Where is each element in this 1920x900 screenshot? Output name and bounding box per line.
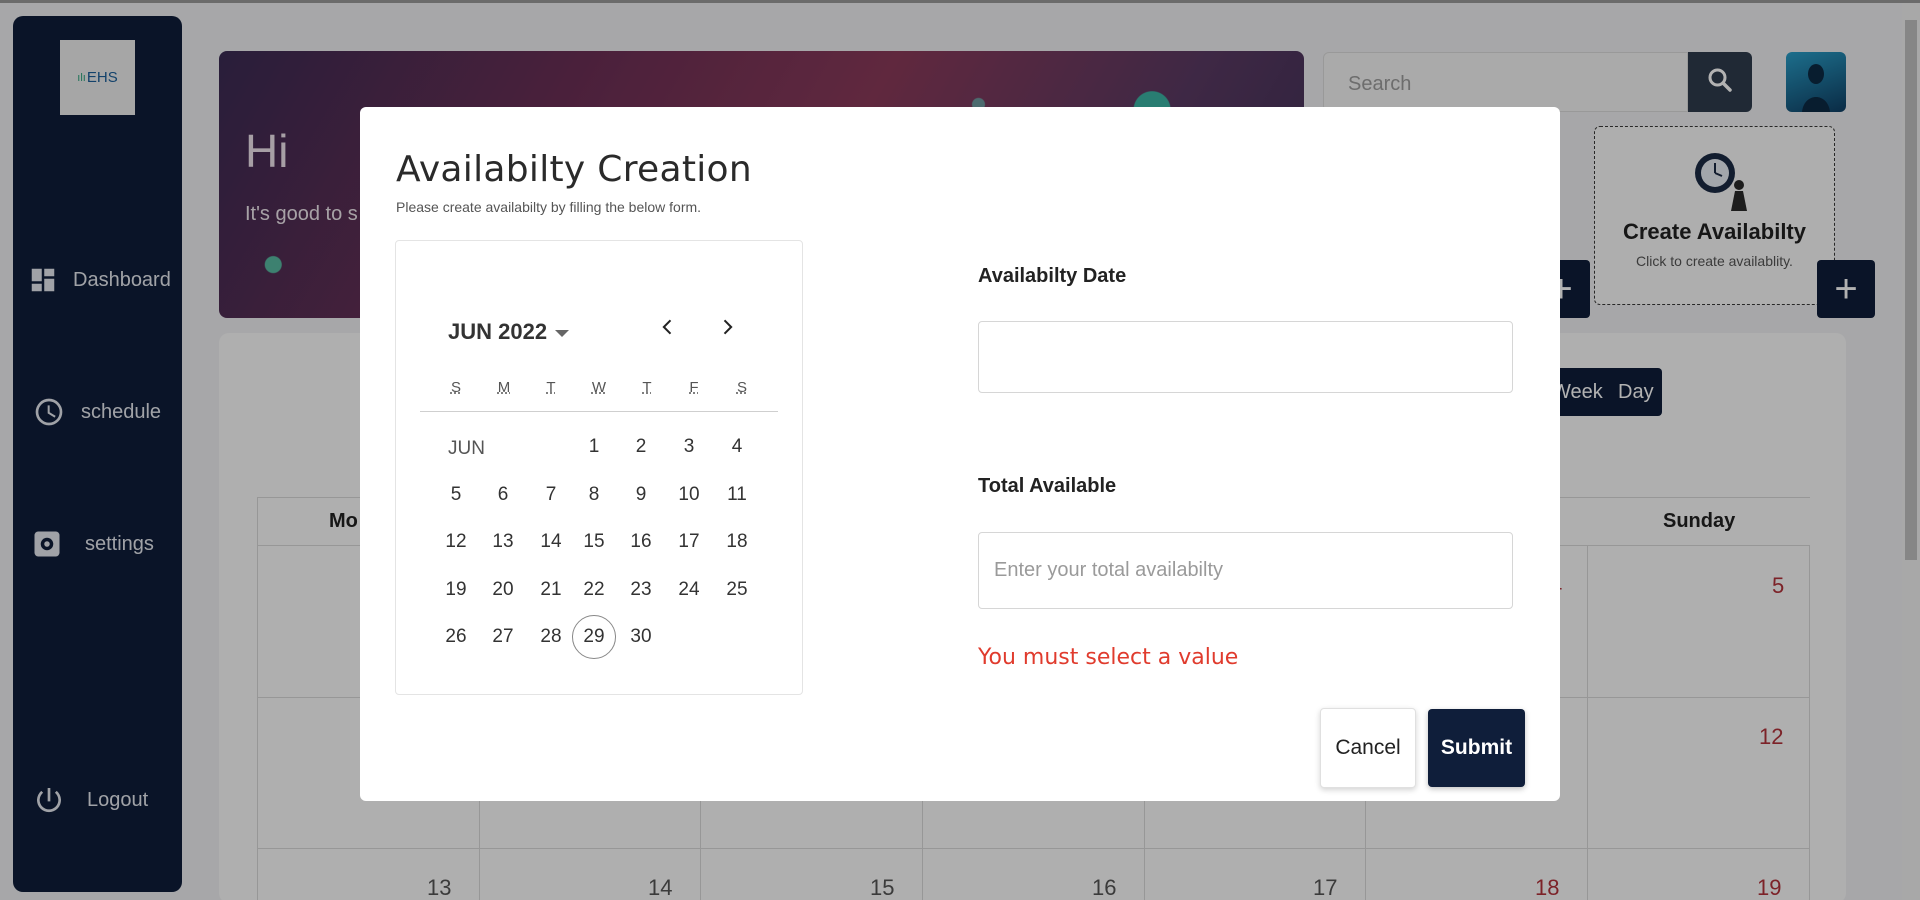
weekday-header: T: [546, 379, 556, 396]
calendar-day[interactable]: 12: [434, 520, 478, 564]
submit-button[interactable]: Submit: [1428, 709, 1525, 787]
chevron-right-icon: [717, 317, 737, 342]
calendar-day[interactable]: 19: [434, 568, 478, 612]
date-picker: JUN 2022 S M T W T F S JUN 1 2 3 4 5 6 7: [395, 240, 803, 695]
modal-subtitle: Please create availabilty by filling the…: [396, 199, 702, 215]
month-label: JUN: [448, 438, 485, 459]
calendar-day[interactable]: 4: [715, 425, 759, 469]
weekday-header: M: [497, 379, 511, 396]
calendar-day[interactable]: 5: [434, 473, 478, 517]
calendar-day[interactable]: 14: [529, 520, 573, 564]
weekday-header: W: [591, 379, 607, 396]
calendar-day[interactable]: 27: [481, 615, 525, 659]
calendar-day[interactable]: 7: [529, 473, 573, 517]
validation-error: You must select a value: [978, 645, 1239, 670]
calendar-day[interactable]: 24: [667, 568, 711, 612]
calendar-day[interactable]: 28: [529, 615, 573, 659]
weekday-divider: [420, 411, 778, 412]
calendar-day[interactable]: 9: [619, 473, 663, 517]
caret-down-icon: [555, 329, 570, 337]
chevron-left-icon: [658, 317, 678, 342]
weekday-header: S: [736, 379, 747, 396]
total-available-label: Total Available: [978, 475, 1117, 497]
calendar-day[interactable]: 2: [619, 425, 663, 469]
calendar-day[interactable]: 22: [572, 568, 616, 612]
previous-month-button[interactable]: [650, 311, 686, 347]
next-month-button[interactable]: [709, 311, 745, 347]
cancel-button[interactable]: Cancel: [1320, 708, 1416, 788]
calendar-day[interactable]: 26: [434, 615, 478, 659]
calendar-day[interactable]: 20: [481, 568, 525, 612]
availability-date-field[interactable]: [978, 321, 1513, 393]
calendar-day[interactable]: 21: [529, 568, 573, 612]
calendar-day[interactable]: 16: [619, 520, 663, 564]
month-year-selector[interactable]: JUN 2022: [448, 319, 570, 345]
availability-date-label: Availabilty Date: [978, 265, 1127, 287]
availability-creation-modal: Availabilty Creation Please create avail…: [360, 107, 1560, 801]
calendar-day[interactable]: 11: [715, 473, 759, 517]
calendar-day[interactable]: 18: [715, 520, 759, 564]
month-year-label: JUN 2022: [448, 319, 548, 344]
calendar-day[interactable]: 17: [667, 520, 711, 564]
total-available-field[interactable]: [978, 532, 1513, 609]
modal-title: Availabilty Creation: [396, 149, 752, 190]
calendar-day[interactable]: 1: [572, 425, 616, 469]
calendar-day[interactable]: 3: [667, 425, 711, 469]
calendar-day[interactable]: 6: [481, 473, 525, 517]
calendar-day[interactable]: 8: [572, 473, 616, 517]
calendar-day[interactable]: 10: [667, 473, 711, 517]
weekday-header: F: [689, 379, 699, 396]
calendar-day[interactable]: 23: [619, 568, 663, 612]
weekday-header: S: [450, 379, 461, 396]
calendar-day[interactable]: 25: [715, 568, 759, 612]
calendar-day[interactable]: 13: [481, 520, 525, 564]
calendar-day-today[interactable]: 29: [572, 615, 616, 659]
weekday-header: T: [642, 379, 652, 396]
calendar-day[interactable]: 15: [572, 520, 616, 564]
calendar-day[interactable]: 30: [619, 615, 663, 659]
